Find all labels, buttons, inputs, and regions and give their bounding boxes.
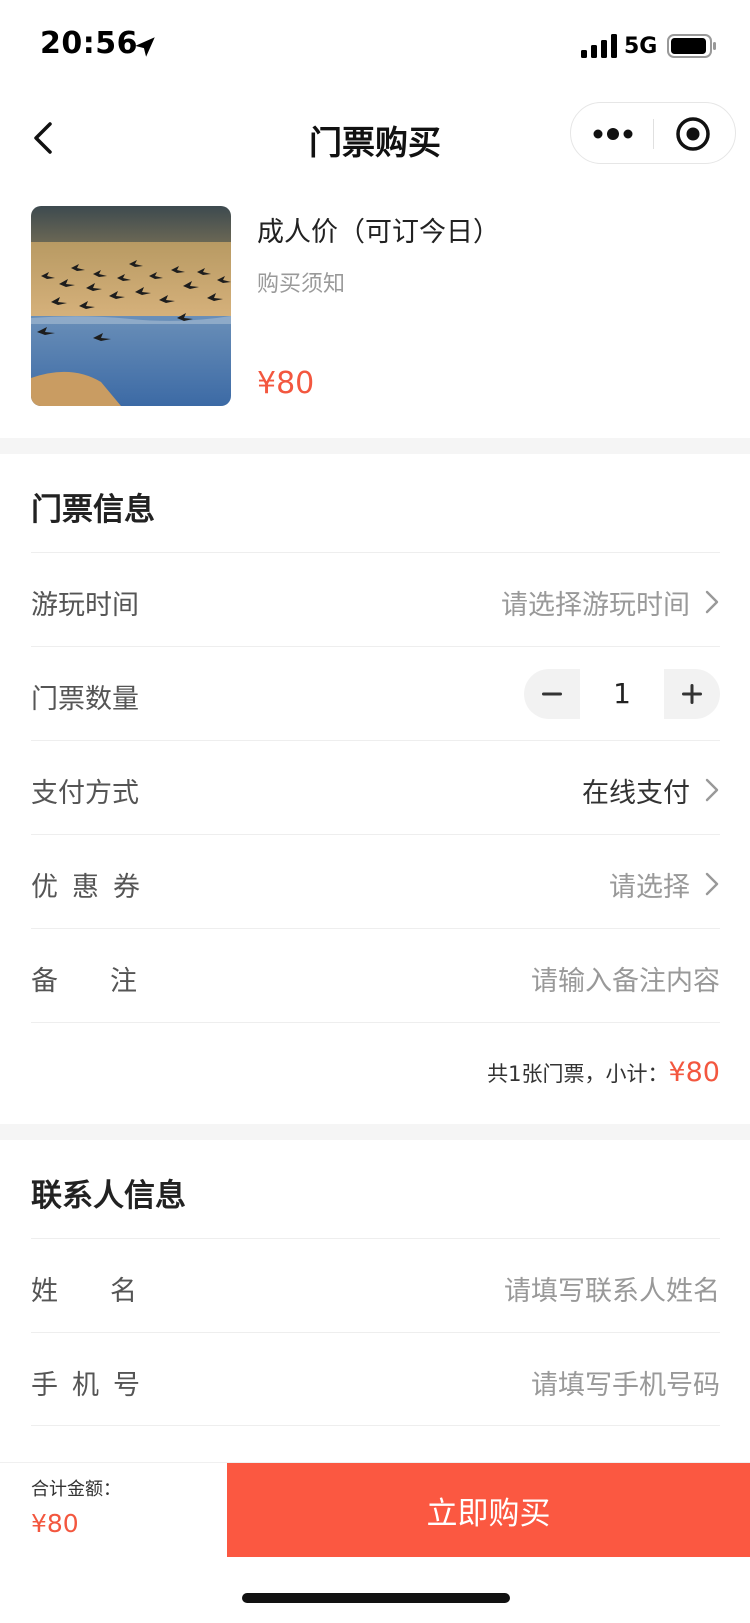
ticket-section-title: 门票信息 bbox=[31, 492, 155, 528]
location-arrow-icon bbox=[135, 37, 155, 57]
product-price: ¥80 bbox=[257, 366, 315, 401]
close-mini-program-icon[interactable] bbox=[675, 116, 711, 152]
section-separator bbox=[0, 438, 750, 454]
decrease-button[interactable] bbox=[524, 669, 580, 719]
mini-program-capsule bbox=[570, 102, 736, 164]
coupon-picker[interactable]: 请选择 bbox=[609, 865, 690, 904]
product-card: 成人价（可订今日） 购买须知 ¥80 bbox=[0, 182, 750, 438]
quantity-row: 门票数量 1 bbox=[31, 646, 720, 740]
chevron-right-icon bbox=[705, 778, 719, 802]
payment-label: 支付方式 bbox=[31, 778, 139, 809]
quantity-label: 门票数量 bbox=[31, 684, 139, 715]
visit-time-row[interactable]: 游玩时间 请选择游玩时间 bbox=[31, 552, 720, 646]
coupon-row[interactable]: 优惠券 请选择 bbox=[31, 834, 720, 928]
payment-method-value[interactable]: 在线支付 bbox=[582, 771, 690, 810]
visit-time-picker[interactable]: 请选择游玩时间 bbox=[501, 583, 690, 622]
visit-time-label: 游玩时间 bbox=[31, 590, 139, 621]
purchase-notice-link[interactable]: 购买须知 bbox=[257, 266, 345, 298]
quantity-stepper: 1 bbox=[524, 669, 720, 719]
battery-icon bbox=[667, 34, 716, 58]
increase-button[interactable] bbox=[664, 669, 720, 719]
contact-name-row: 姓名 请填写联系人姓名 bbox=[31, 1238, 720, 1332]
name-label: 姓名 bbox=[31, 1276, 189, 1307]
product-title: 成人价（可订今日） bbox=[257, 217, 500, 248]
status-time: 20:56 bbox=[40, 26, 138, 61]
home-indicator bbox=[242, 1593, 510, 1603]
contact-phone-row: 手机号 请填写手机号码 bbox=[31, 1332, 720, 1426]
remark-input[interactable]: 请输入备注内容 bbox=[531, 959, 720, 998]
contact-section-title: 联系人信息 bbox=[31, 1178, 186, 1214]
quantity-value[interactable]: 1 bbox=[580, 677, 664, 710]
subtotal: 共1张门票，小计：¥80 bbox=[487, 1057, 720, 1088]
checkout-bar: 合计金额： ¥80 立即购买 bbox=[0, 1462, 750, 1557]
remark-label: 备注 bbox=[31, 966, 189, 997]
capsule-divider bbox=[653, 119, 654, 149]
subtotal-text: 共1张门票，小计： bbox=[487, 1062, 669, 1086]
total-label: 合计金额： bbox=[31, 1479, 121, 1500]
buy-now-button[interactable]: 立即购买 bbox=[227, 1463, 750, 1557]
subtotal-amount: ¥80 bbox=[668, 1057, 720, 1088]
chevron-right-icon bbox=[705, 872, 719, 896]
nav-bar: 门票购买 bbox=[0, 96, 750, 182]
plus-icon bbox=[682, 684, 702, 704]
signal-icon bbox=[581, 34, 617, 58]
subtotal-row: 共1张门票，小计：¥80 bbox=[31, 1022, 720, 1122]
phone-input[interactable]: 请填写手机号码 bbox=[531, 1363, 720, 1402]
total-amount: ¥80 bbox=[31, 1509, 79, 1538]
coupon-label: 优惠券 bbox=[31, 872, 154, 903]
chevron-right-icon bbox=[705, 590, 719, 614]
status-bar: 20:56 5G bbox=[0, 0, 750, 96]
remark-row: 备注 请输入备注内容 bbox=[31, 928, 720, 1022]
more-icon[interactable] bbox=[591, 119, 635, 149]
network-label: 5G bbox=[624, 34, 658, 59]
payment-row[interactable]: 支付方式 在线支付 bbox=[31, 740, 720, 834]
section-separator bbox=[0, 1124, 750, 1140]
product-image bbox=[31, 206, 231, 406]
minus-icon bbox=[542, 692, 562, 696]
name-input[interactable]: 请填写联系人姓名 bbox=[504, 1269, 720, 1308]
phone-label: 手机号 bbox=[31, 1370, 154, 1401]
